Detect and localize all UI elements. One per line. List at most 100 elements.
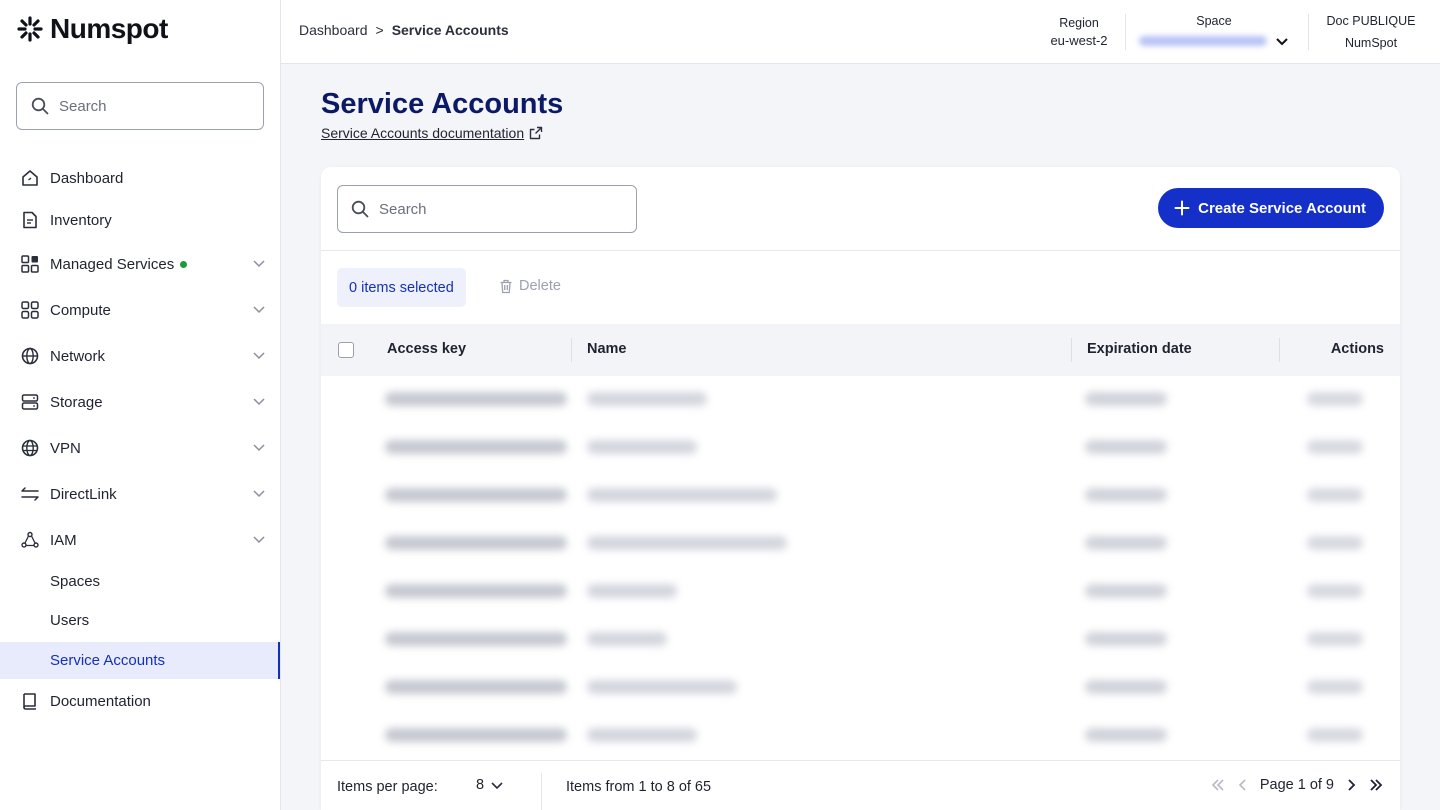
table-search-input[interactable]	[379, 200, 609, 218]
expiration-redacted	[1085, 440, 1167, 454]
chevron-down-icon	[253, 536, 265, 544]
numspot-logo[interactable]: Numspot	[16, 12, 168, 46]
region-label: Region	[1059, 16, 1099, 30]
table-row[interactable]	[321, 664, 1400, 712]
expiration-redacted	[1085, 536, 1167, 550]
table-search[interactable]	[337, 185, 637, 233]
column-resizer[interactable]	[1279, 338, 1280, 362]
sidebar-item-compute[interactable]: Compute	[0, 290, 280, 330]
items-per-page-value: 8	[476, 777, 485, 793]
table-row[interactable]	[321, 472, 1400, 520]
last-page-icon[interactable]	[1368, 777, 1384, 793]
space-value-redacted	[1139, 36, 1267, 46]
actions-redacted[interactable]	[1307, 584, 1363, 598]
sidebar-item-iam[interactable]: IAM	[0, 520, 280, 560]
sidebar-subitem-service-accounts[interactable]: Service Accounts	[0, 642, 280, 679]
sidebar-item-label: VPN	[50, 439, 81, 457]
grid-icon	[20, 254, 40, 274]
sidebar-subitem-users[interactable]: Users	[0, 602, 280, 639]
brand-name: Numspot	[50, 13, 168, 44]
region-selector[interactable]: Region eu-west-2	[1041, 14, 1117, 48]
sidebar-item-documentation[interactable]: Documentation	[0, 681, 280, 721]
sidebar-search[interactable]	[16, 82, 264, 130]
actions-redacted[interactable]	[1307, 680, 1363, 694]
sidebar-subitem-spaces[interactable]: Spaces	[0, 563, 280, 600]
delete-button-label: Delete	[519, 278, 561, 294]
previous-page-icon[interactable]	[1236, 777, 1250, 793]
expiration-redacted	[1085, 680, 1167, 694]
selection-count-chip: 0 items selected	[337, 268, 466, 307]
topbar-divider	[1308, 14, 1309, 50]
column-name[interactable]: Name	[587, 341, 627, 357]
space-label: Space	[1196, 14, 1232, 28]
org-label: Doc PUBLIQUE	[1326, 14, 1416, 28]
access-key-redacted	[385, 584, 567, 598]
document-icon	[20, 210, 40, 230]
column-resizer[interactable]	[571, 338, 572, 362]
breadcrumb-dashboard[interactable]: Dashboard	[299, 22, 368, 38]
create-button-label: Create Service Account	[1198, 199, 1366, 217]
vpn-globe-icon	[20, 438, 40, 458]
actions-redacted[interactable]	[1307, 440, 1363, 454]
documentation-link[interactable]: Service Accounts documentation	[321, 125, 543, 141]
access-key-redacted	[385, 488, 567, 502]
actions-redacted[interactable]	[1307, 488, 1363, 502]
access-key-redacted	[385, 728, 567, 742]
sidebar-item-network[interactable]: Network	[0, 336, 280, 376]
pagination-bar: Items per page: 8 Items from 1 to 8 of 6…	[321, 760, 1400, 810]
trash-icon	[500, 279, 512, 293]
sidebar-item-inventory[interactable]: Inventory	[0, 200, 280, 240]
items-per-page-select[interactable]: 8	[476, 777, 504, 793]
next-page-icon[interactable]	[1344, 777, 1358, 793]
chevron-down-icon	[253, 444, 265, 452]
sidebar-item-label: Documentation	[50, 692, 151, 710]
sidebar-item-label: Dashboard	[50, 169, 124, 187]
select-all-checkbox[interactable]	[338, 342, 354, 358]
column-actions: Actions	[1330, 341, 1384, 357]
actions-redacted[interactable]	[1307, 632, 1363, 646]
column-access-key[interactable]: Access key	[387, 341, 466, 357]
table-row[interactable]	[321, 376, 1400, 424]
pagination-divider	[541, 773, 542, 810]
storage-icon	[20, 392, 40, 412]
numspot-logo-icon	[17, 16, 43, 42]
organization-switcher[interactable]: Doc PUBLIQUE NumSpot	[1321, 14, 1421, 50]
items-per-page-label: Items per page:	[337, 779, 438, 795]
name-redacted	[587, 440, 697, 454]
expiration-redacted	[1085, 728, 1167, 742]
sidebar-item-managed-services[interactable]: Managed Services	[0, 244, 280, 284]
name-redacted	[587, 728, 697, 742]
table-row[interactable]	[321, 712, 1400, 760]
expiration-redacted	[1085, 584, 1167, 598]
service-accounts-card: Create Service Account 0 items selected …	[321, 167, 1400, 810]
chevron-down-icon	[253, 352, 265, 360]
table-row[interactable]	[321, 424, 1400, 472]
org-value: NumSpot	[1344, 36, 1398, 50]
sidebar-item-vpn[interactable]: VPN	[0, 428, 280, 468]
first-page-icon[interactable]	[1210, 777, 1226, 793]
actions-redacted[interactable]	[1307, 536, 1363, 550]
sidebar-item-directlink[interactable]: DirectLink	[0, 474, 280, 514]
sidebar-item-storage[interactable]: Storage	[0, 382, 280, 422]
table-row[interactable]	[321, 616, 1400, 664]
expiration-redacted	[1085, 488, 1167, 502]
space-selector[interactable]: Space	[1139, 14, 1289, 48]
name-redacted	[587, 632, 667, 646]
column-resizer[interactable]	[1071, 338, 1072, 362]
sidebar-item-label: Storage	[50, 393, 103, 411]
breadcrumb: Dashboard > Service Accounts	[299, 22, 509, 38]
table-row[interactable]	[321, 568, 1400, 616]
actions-redacted[interactable]	[1307, 728, 1363, 742]
access-key-redacted	[385, 440, 567, 454]
sidebar-search-input[interactable]	[59, 97, 239, 115]
delete-button[interactable]: Delete	[499, 278, 561, 294]
sidebar-item-label: Compute	[50, 301, 111, 319]
search-icon	[351, 200, 369, 218]
create-service-account-button[interactable]: Create Service Account	[1158, 188, 1384, 228]
sidebar-item-label: Inventory	[50, 211, 112, 229]
table-row[interactable]	[321, 520, 1400, 568]
column-expiration-date[interactable]: Expiration date	[1087, 341, 1192, 357]
home-icon	[20, 168, 40, 188]
sidebar-item-dashboard[interactable]: Dashboard	[0, 158, 280, 198]
actions-redacted[interactable]	[1307, 392, 1363, 406]
